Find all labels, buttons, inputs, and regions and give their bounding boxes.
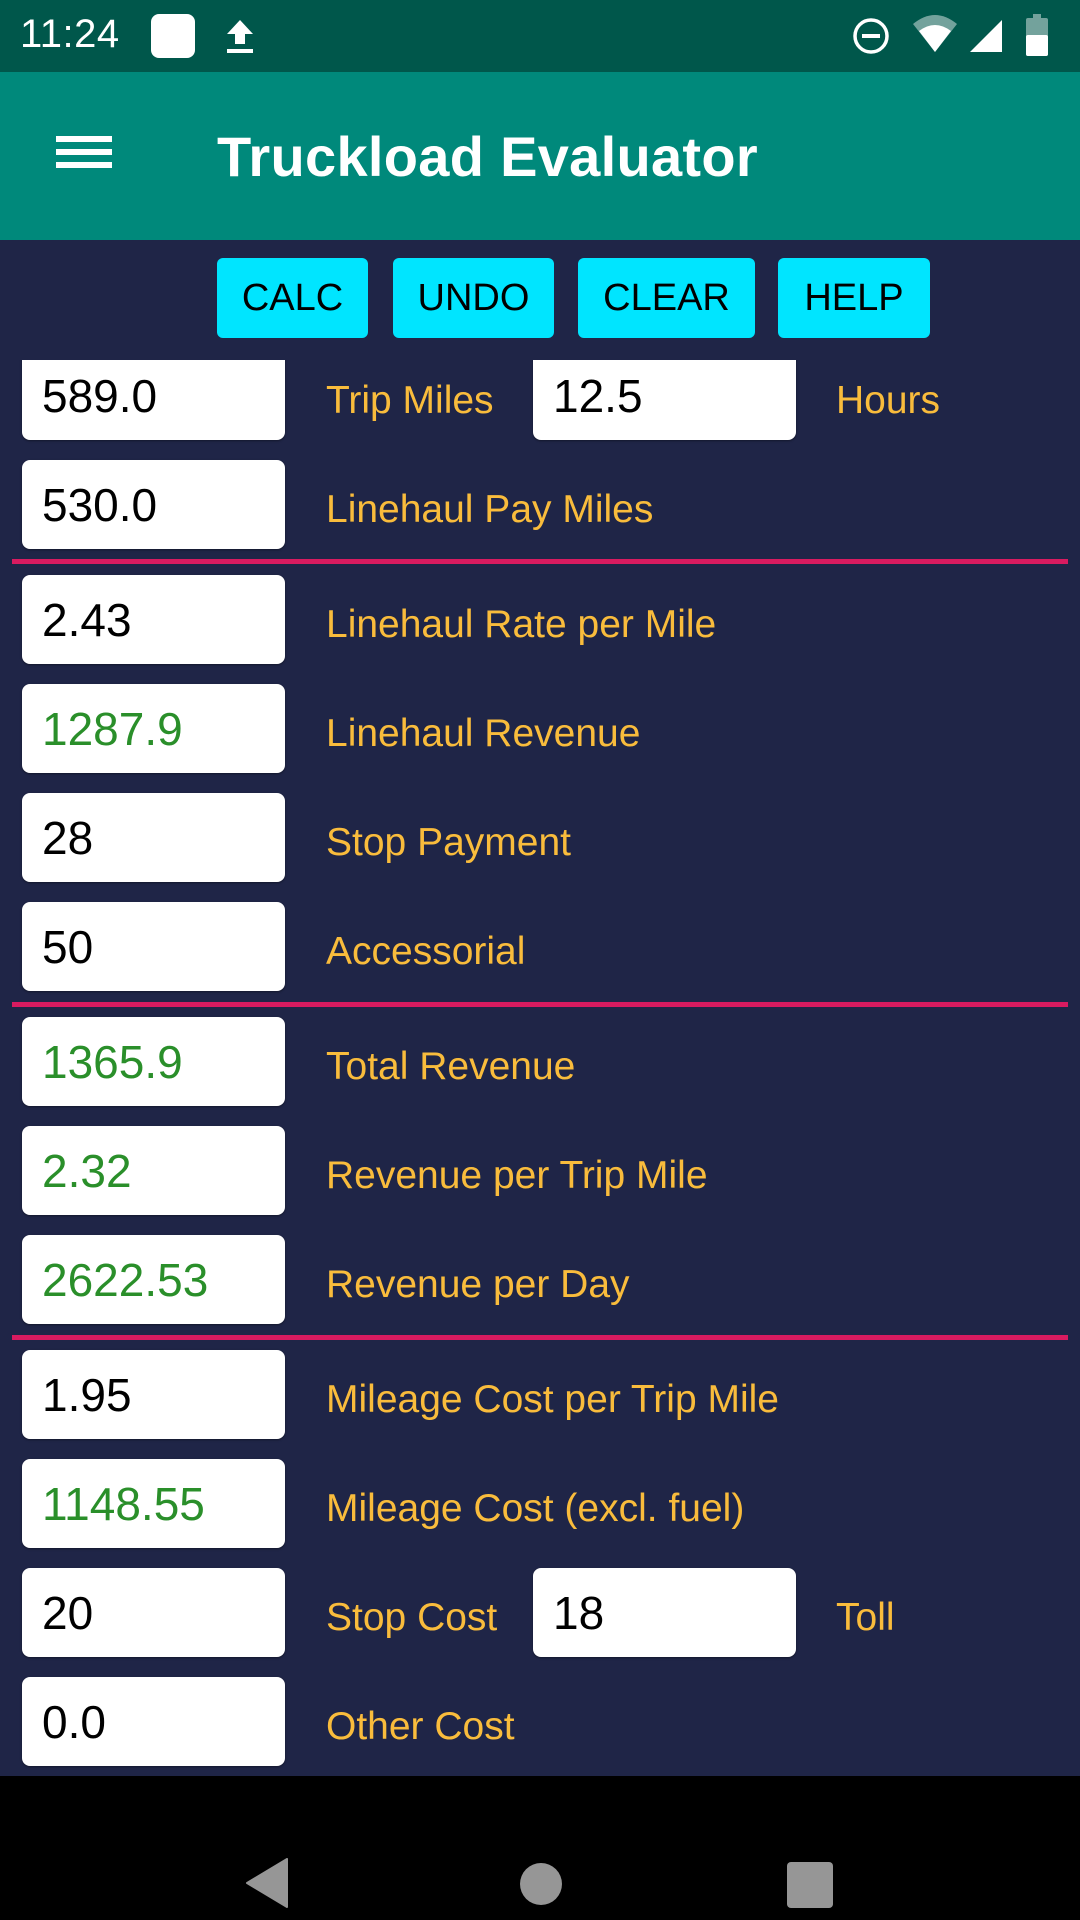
linehaul-pay-miles-input[interactable] <box>22 460 285 549</box>
revenue-per-day-output[interactable] <box>22 1235 285 1324</box>
mileage-cost-per-mile-input[interactable] <box>22 1350 285 1439</box>
trip-miles-row: Trip Miles Hours <box>0 360 1080 440</box>
help-button[interactable]: HELP <box>778 258 930 338</box>
app-title: Truckload Evaluator <box>217 125 758 188</box>
accessorial-input[interactable] <box>22 902 285 991</box>
undo-button[interactable]: UNDO <box>393 258 554 338</box>
section-divider <box>12 1002 1068 1007</box>
other-cost-row: Other Cost <box>0 1677 1080 1766</box>
mileage-cost-row: Mileage Cost (excl. fuel) <box>0 1459 1080 1548</box>
linehaul-rate-label: Linehaul Rate per Mile <box>326 603 717 646</box>
total-revenue-row: Total Revenue <box>0 1017 1080 1106</box>
battery-icon <box>1026 14 1048 56</box>
revenue-per-day-row: Revenue per Day <box>0 1235 1080 1324</box>
revenue-per-trip-mile-output[interactable] <box>22 1126 285 1215</box>
recent-apps-icon[interactable] <box>787 1862 833 1908</box>
trip-miles-label: Trip Miles <box>326 379 494 422</box>
total-revenue-output[interactable] <box>22 1017 285 1106</box>
mileage-cost-per-mile-label: Mileage Cost per Trip Mile <box>326 1378 779 1421</box>
accessorial-label: Accessorial <box>326 930 526 973</box>
back-icon[interactable] <box>245 1858 289 1908</box>
status-bar: 11:24 <box>0 0 1080 72</box>
hours-label: Hours <box>836 379 941 422</box>
linehaul-revenue-output[interactable] <box>22 684 285 773</box>
mileage-cost-per-mile-row: Mileage Cost per Trip Mile <box>0 1350 1080 1439</box>
total-revenue-label: Total Revenue <box>326 1045 576 1088</box>
stop-cost-row: Stop Cost Toll <box>0 1568 1080 1657</box>
cellular-signal-icon <box>970 20 1002 52</box>
stop-payment-row: Stop Payment <box>0 793 1080 882</box>
other-cost-label: Other Cost <box>326 1705 515 1748</box>
hours-input[interactable] <box>533 360 796 440</box>
revenue-per-day-label: Revenue per Day <box>326 1263 630 1306</box>
mileage-cost-label: Mileage Cost (excl. fuel) <box>326 1487 745 1530</box>
stop-payment-input[interactable] <box>22 793 285 882</box>
stop-cost-input[interactable] <box>22 1568 285 1657</box>
linehaul-pay-miles-row: Linehaul Pay Miles <box>0 460 1080 549</box>
stop-cost-label: Stop Cost <box>326 1596 498 1639</box>
navigation-bar <box>0 1776 1080 1920</box>
mileage-cost-output[interactable] <box>22 1459 285 1548</box>
linehaul-rate-input[interactable] <box>22 575 285 664</box>
hamburger-menu-icon[interactable] <box>40 116 128 186</box>
do-not-disturb-icon <box>853 18 889 54</box>
other-cost-input[interactable] <box>22 1677 285 1766</box>
toll-input[interactable] <box>533 1568 796 1657</box>
linehaul-pay-miles-label: Linehaul Pay Miles <box>326 488 654 531</box>
home-icon[interactable] <box>520 1863 562 1905</box>
accessorial-row: Accessorial <box>0 902 1080 991</box>
wifi-icon <box>913 15 957 52</box>
notification-square-icon <box>151 14 195 58</box>
evaluator-form[interactable]: Trip Miles Hours Linehaul Pay Miles Line… <box>0 360 1080 1776</box>
linehaul-revenue-row: Linehaul Revenue <box>0 684 1080 773</box>
clear-button[interactable]: CLEAR <box>578 258 755 338</box>
app-bar: Truckload Evaluator <box>0 72 1080 240</box>
linehaul-revenue-label: Linehaul Revenue <box>326 712 641 755</box>
trip-miles-input[interactable] <box>22 360 285 440</box>
section-divider <box>12 559 1068 564</box>
action-toolbar: CALC UNDO CLEAR HELP <box>0 240 1080 358</box>
status-time: 11:24 <box>20 12 120 56</box>
upload-icon <box>227 20 253 53</box>
calc-button[interactable]: CALC <box>217 258 368 338</box>
section-divider <box>12 1335 1068 1340</box>
toll-label: Toll <box>836 1596 895 1639</box>
stop-payment-label: Stop Payment <box>326 821 571 864</box>
linehaul-rate-row: Linehaul Rate per Mile <box>0 575 1080 664</box>
revenue-per-trip-mile-label: Revenue per Trip Mile <box>326 1154 708 1197</box>
revenue-per-trip-mile-row: Revenue per Trip Mile <box>0 1126 1080 1215</box>
